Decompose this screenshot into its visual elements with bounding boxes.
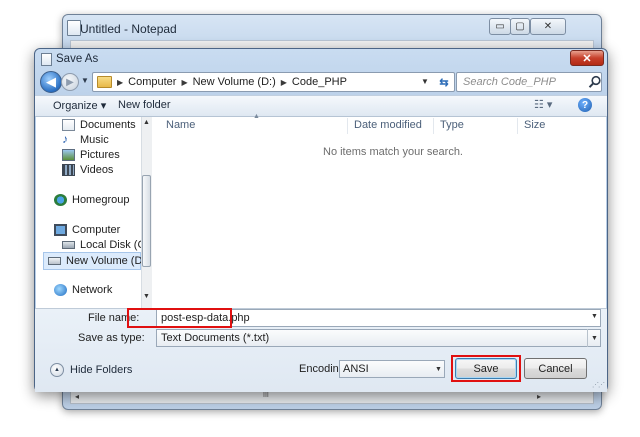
breadcrumb-code-php[interactable]: Code_PHP — [292, 76, 347, 88]
dialog-title-icon — [41, 53, 52, 66]
column-header-type[interactable]: Type — [440, 119, 464, 131]
documents-icon — [62, 119, 75, 131]
address-bar[interactable]: ▶ Computer ▶ New Volume (D:) ▶ Code_PHP — [92, 72, 455, 92]
hide-folders-label: Hide Folders — [70, 364, 133, 376]
cancel-button[interactable]: Cancel — [524, 358, 587, 379]
network-icon — [54, 284, 67, 296]
notepad-minimize-button[interactable]: ▭ — [489, 18, 511, 35]
forward-button[interactable]: ▶ — [61, 73, 79, 91]
notepad-maximize-button[interactable]: ▢ — [510, 18, 530, 35]
empty-folder-message: No items match your search. — [323, 146, 463, 158]
search-input[interactable]: Search Code_PHP — [456, 72, 602, 92]
nav-item-videos[interactable]: Videos — [62, 164, 113, 176]
column-header-date-modified[interactable]: Date modified — [354, 119, 422, 131]
nav-item-new-volume[interactable]: New Volume (D:) — [43, 252, 149, 270]
nav-item-local-disk[interactable]: Local Disk (C:) — [62, 239, 152, 251]
refresh-icon[interactable]: ⇆ — [436, 74, 452, 90]
scroll-right-icon[interactable]: ▸ — [537, 392, 541, 401]
forward-arrow-icon: ▶ — [66, 76, 74, 88]
save-highlight-box — [451, 355, 521, 382]
nav-item-label: Network — [72, 284, 113, 296]
dialog-title: Save As — [56, 53, 99, 65]
save-as-type-dropdown-icon[interactable]: ▼ — [587, 329, 601, 347]
search-icon[interactable] — [588, 75, 602, 89]
recent-pages-dropdown-icon[interactable]: ▼ — [81, 76, 89, 85]
column-divider[interactable] — [517, 118, 518, 134]
notepad-title: Untitled - Notepad — [80, 22, 177, 36]
nav-item-music[interactable]: ♪ Music — [62, 132, 109, 146]
breadcrumb-computer[interactable]: Computer — [128, 76, 176, 88]
nav-item-homegroup[interactable]: Homegroup — [54, 194, 129, 206]
notepad-horizontal-scrollbar[interactable]: ◂ III ▸ — [70, 390, 594, 404]
back-arrow-icon: ◀ — [46, 74, 56, 89]
column-divider[interactable] — [433, 118, 434, 134]
help-icon[interactable]: ? — [578, 98, 592, 112]
nav-item-label: New Volume (D:) — [66, 255, 150, 267]
scroll-up-icon[interactable]: ▲ — [143, 119, 150, 126]
dialog-close-button[interactable]: ✕ — [570, 50, 604, 66]
drive-icon — [62, 241, 75, 249]
notepad-close-button[interactable]: ✕ — [530, 18, 566, 35]
breadcrumb-separator-icon[interactable]: ▶ — [117, 78, 123, 87]
nav-item-label: Computer — [72, 224, 121, 236]
computer-icon — [54, 224, 67, 236]
breadcrumb-separator-icon[interactable]: ▶ — [281, 78, 287, 87]
nav-item-label: Homegroup — [72, 194, 130, 206]
nav-item-label: Music — [80, 134, 109, 146]
encoding-dropdown-icon[interactable]: ▼ — [432, 360, 445, 378]
save-as-type-select[interactable]: Text Documents (*.txt) — [156, 329, 601, 347]
nav-item-label: Videos — [80, 164, 114, 176]
scroll-left-icon[interactable]: ◂ — [75, 392, 79, 401]
new-folder-button[interactable]: New folder — [118, 99, 171, 111]
breadcrumb-separator-icon[interactable]: ▶ — [181, 78, 187, 87]
homegroup-icon — [54, 194, 67, 206]
nav-item-network[interactable]: Network — [54, 284, 112, 296]
resize-grip-icon[interactable]: ⋰⋰ — [592, 381, 605, 389]
address-dropdown-icon[interactable]: ▼ — [421, 77, 429, 86]
column-divider[interactable] — [347, 118, 348, 134]
pictures-icon — [62, 149, 75, 161]
nav-item-label: Documents — [80, 119, 136, 131]
hide-folders-button[interactable]: ▲ Hide Folders — [50, 363, 132, 377]
collapse-icon: ▲ — [50, 363, 64, 377]
column-header-size[interactable]: Size — [524, 119, 545, 131]
scroll-grip-mark: III — [263, 392, 269, 399]
breadcrumb-new-volume[interactable]: New Volume (D:) — [193, 76, 276, 88]
back-button[interactable]: ◀ — [40, 71, 62, 93]
notepad-icon — [67, 20, 81, 36]
nav-item-computer[interactable]: Computer — [54, 224, 120, 236]
file-name-dropdown-icon[interactable]: ▼ — [591, 313, 598, 320]
videos-icon — [62, 164, 75, 176]
nav-item-label: Pictures — [80, 149, 120, 161]
column-header-name[interactable]: Name — [166, 119, 195, 131]
scroll-down-icon[interactable]: ▼ — [143, 293, 150, 300]
file-name-highlight-box — [127, 308, 232, 328]
change-view-icon[interactable]: ☷ ▾ — [534, 98, 552, 111]
folder-icon — [97, 76, 112, 88]
music-icon: ♪ — [62, 132, 68, 146]
encoding-select[interactable]: ANSI — [339, 360, 445, 378]
nav-item-pictures[interactable]: Pictures — [62, 149, 120, 161]
sort-ascending-icon: ▲ — [253, 113, 260, 120]
drive-icon — [48, 257, 61, 265]
save-as-type-label: Save as type: — [78, 332, 145, 344]
organize-button[interactable]: Organize ▾ — [53, 99, 106, 112]
nav-item-documents[interactable]: Documents — [62, 119, 136, 131]
scrollbar-thumb[interactable] — [142, 175, 151, 267]
